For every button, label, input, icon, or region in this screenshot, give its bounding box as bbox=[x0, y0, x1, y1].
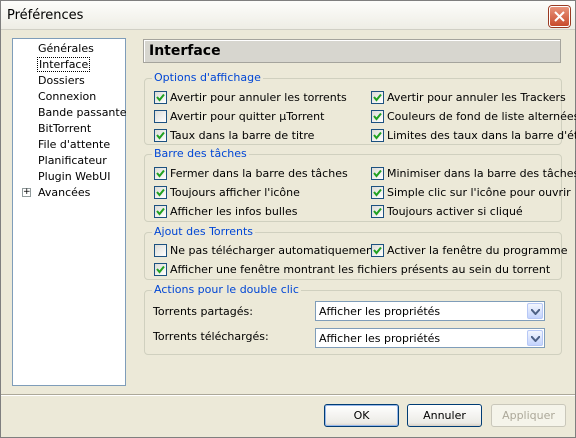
checkbox-box[interactable] bbox=[371, 205, 384, 218]
title-bar[interactable]: Préférences bbox=[1, 1, 575, 30]
checkbox-label: Avertir pour annuler les Trackers bbox=[387, 91, 566, 104]
checkmark-icon bbox=[373, 188, 382, 197]
checkbox-label: Toujours activer si cliqué bbox=[387, 205, 523, 218]
tree-item-bittorrent[interactable]: BitTorrent bbox=[37, 121, 92, 136]
tree-item-interface[interactable]: Interface bbox=[37, 57, 91, 72]
checkbox-label: Minimiser dans la barre des tâches bbox=[387, 167, 576, 180]
checkmark-icon bbox=[156, 207, 165, 216]
checkmark-icon bbox=[373, 112, 382, 121]
checkbox-box[interactable] bbox=[154, 205, 167, 218]
group-legend: Actions pour le double clic bbox=[152, 283, 301, 296]
group-add-torrents: Ajout des Torrents Ne pas télécharger au… bbox=[144, 225, 567, 280]
checkbox-box[interactable] bbox=[154, 91, 167, 104]
group-legend: Barre des tâches bbox=[152, 147, 249, 160]
checkmark-icon bbox=[373, 93, 382, 102]
preferences-dialog: Préférences Générales Interface Dossiers… bbox=[0, 0, 576, 438]
chevron-down-icon[interactable] bbox=[527, 330, 543, 346]
tree-item-avancees[interactable]: Avancées bbox=[37, 185, 91, 200]
checkbox-label: Fermer dans la barre des tâches bbox=[170, 167, 348, 180]
tree-item-bande-passante[interactable]: Bande passante bbox=[37, 105, 127, 120]
checkbox-label: Afficher les infos bulles bbox=[170, 205, 298, 218]
checkbox-label: Taux dans la barre de titre bbox=[170, 129, 315, 142]
checkmark-icon bbox=[156, 93, 165, 102]
checkbox-box[interactable] bbox=[154, 129, 167, 142]
checkbox-box[interactable] bbox=[371, 244, 384, 257]
expand-plus-icon[interactable]: + bbox=[22, 188, 31, 197]
downloaded-torrents-dropdown[interactable]: Afficher les propriétés bbox=[315, 328, 545, 348]
downloaded-torrents-label: Torrents téléchargés: bbox=[153, 330, 269, 343]
checkbox-box[interactable] bbox=[371, 167, 384, 180]
checkbox-box[interactable] bbox=[154, 263, 167, 276]
checkmark-icon bbox=[156, 169, 165, 178]
close-icon bbox=[554, 11, 565, 22]
dropdown-value: Afficher les propriétés bbox=[319, 305, 441, 318]
checkbox-label: Toujours afficher l'icône bbox=[170, 186, 300, 199]
checkbox-box[interactable] bbox=[371, 110, 384, 123]
cancel-button[interactable]: Annuler bbox=[407, 404, 482, 427]
close-button[interactable] bbox=[549, 6, 570, 27]
page-title: Interface bbox=[149, 43, 221, 59]
checkbox-label: Afficher une fenêtre montrant les fichie… bbox=[170, 263, 551, 276]
window-title: Préférences bbox=[7, 8, 84, 23]
group-legend: Ajout des Torrents bbox=[152, 225, 256, 238]
checkmark-icon bbox=[156, 131, 165, 140]
group-display-options: Options d'affichage Avertir pour annuler… bbox=[144, 71, 576, 145]
checkmark-icon bbox=[373, 207, 382, 216]
checkmark-icon bbox=[373, 246, 382, 255]
apply-button[interactable]: Appliquer bbox=[491, 404, 566, 427]
chevron-down-icon[interactable] bbox=[527, 303, 543, 319]
bottom-divider bbox=[1, 394, 575, 396]
checkmark-icon bbox=[156, 188, 165, 197]
checkbox-box[interactable] bbox=[371, 186, 384, 199]
shared-torrents-dropdown[interactable]: Afficher les propriétés bbox=[315, 301, 545, 321]
checkbox-label: Avertir pour annuler les torrents bbox=[170, 91, 347, 104]
checkbox-label: Simple clic sur l'icône pour ouvrir bbox=[387, 186, 571, 199]
tree-item-generales[interactable]: Générales bbox=[37, 41, 95, 56]
dropdown-value: Afficher les propriétés bbox=[319, 332, 441, 345]
checkbox-label: Limites des taux dans la barre d'état bbox=[387, 129, 576, 142]
shared-torrents-label: Torrents partagés: bbox=[153, 305, 253, 318]
checkmark-icon bbox=[373, 131, 382, 140]
category-tree: Générales Interface Dossiers Connexion B… bbox=[12, 38, 126, 386]
checkbox-label: Activer la fenêtre du programme bbox=[387, 244, 568, 257]
checkbox-box[interactable] bbox=[371, 91, 384, 104]
tree-item-connexion[interactable]: Connexion bbox=[37, 89, 97, 104]
group-legend: Options d'affichage bbox=[152, 71, 263, 84]
group-taskbar: Barre des tâches Fermer dans la barre de… bbox=[144, 147, 576, 222]
checkbox-label: Couleurs de fond de liste alternées bbox=[387, 110, 576, 123]
checkbox-box[interactable] bbox=[371, 129, 384, 142]
tree-item-dossiers[interactable]: Dossiers bbox=[37, 73, 86, 88]
checkmark-icon bbox=[156, 265, 165, 274]
checkbox-box[interactable] bbox=[154, 110, 167, 123]
page-header: Interface bbox=[143, 39, 561, 63]
checkbox-label: Ne pas télécharger automatiquement bbox=[170, 244, 378, 257]
checkbox-box[interactable] bbox=[154, 244, 167, 257]
checkmark-icon bbox=[373, 169, 382, 178]
tree-item-planificateur[interactable]: Planificateur bbox=[37, 153, 108, 168]
tree-item-plugin-webui[interactable]: Plugin WebUI bbox=[37, 169, 111, 184]
checkbox-box[interactable] bbox=[154, 167, 167, 180]
tree-item-file-attente[interactable]: File d'attente bbox=[37, 137, 111, 152]
checkbox-box[interactable] bbox=[154, 186, 167, 199]
checkbox-label: Avertir pour quitter µTorrent bbox=[170, 110, 325, 123]
ok-button[interactable]: OK bbox=[324, 404, 399, 427]
